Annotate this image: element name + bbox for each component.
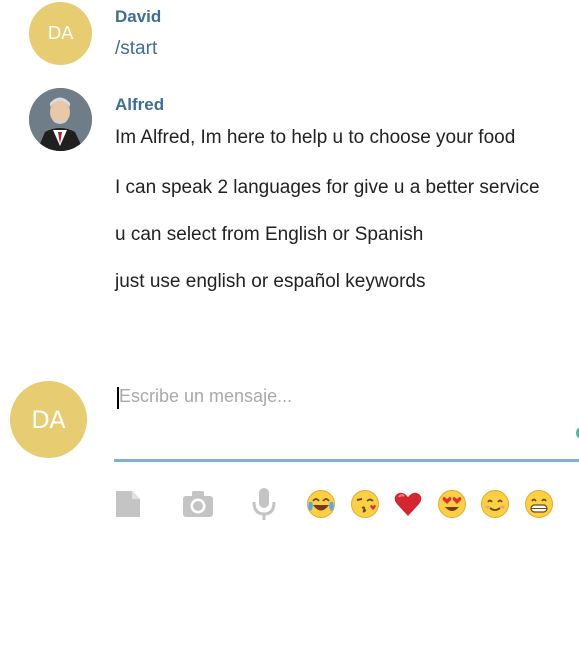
- message-input[interactable]: Escribe un mensaje...: [114, 378, 579, 462]
- message-input-placeholder: Escribe un mensaje...: [119, 386, 293, 406]
- butler-avatar-icon: [29, 88, 92, 151]
- composer-avatar-initials: DA: [31, 405, 66, 434]
- alfred-sender-name: Alfred: [115, 95, 165, 114]
- david-sender-name: David: [115, 7, 162, 26]
- camera-icon[interactable]: [182, 486, 214, 522]
- alfred-message-line-4: just use english or español keywords: [115, 271, 426, 292]
- composer-avatar: DA: [10, 381, 87, 458]
- david-avatar: DA: [29, 2, 92, 65]
- alfred-message-line-1: Im Alfred, Im here to help u to choose y…: [115, 127, 516, 148]
- heart-eyes-icon[interactable]: [437, 489, 467, 519]
- face-with-tears-of-joy-icon[interactable]: [306, 489, 336, 519]
- grinning-face-icon[interactable]: [524, 489, 554, 519]
- face-blowing-kiss-icon[interactable]: [350, 489, 380, 519]
- start-command-link[interactable]: /start: [115, 38, 157, 60]
- alfred-message-line-3: u can select from English or Spanish: [115, 224, 424, 245]
- alfred-message-line-2: I can speak 2 languages for give u a bet…: [115, 177, 540, 198]
- red-heart-icon[interactable]: [393, 489, 423, 519]
- smiling-face-icon[interactable]: [480, 489, 510, 519]
- input-underline: [114, 459, 579, 462]
- file-icon[interactable]: [112, 486, 144, 522]
- david-avatar-initials: DA: [47, 23, 74, 44]
- microphone-icon[interactable]: [248, 486, 280, 522]
